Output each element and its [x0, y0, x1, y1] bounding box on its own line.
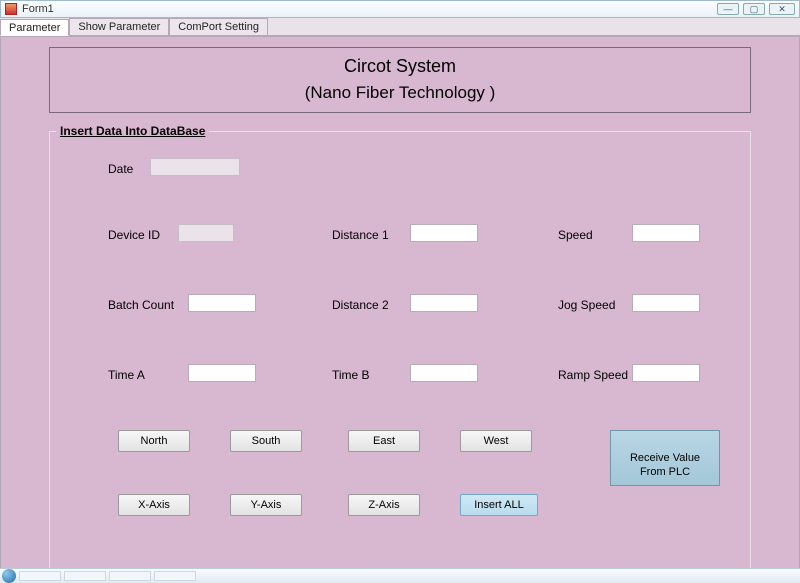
- east-button[interactable]: East: [348, 430, 420, 452]
- app-icon: [5, 3, 17, 15]
- header-title-1: Circot System: [50, 56, 750, 77]
- maximize-button[interactable]: ▢: [743, 3, 765, 15]
- device-id-label: Device ID: [108, 228, 160, 242]
- date-label: Date: [108, 162, 133, 176]
- speed-field[interactable]: [632, 224, 700, 242]
- north-button[interactable]: North: [118, 430, 190, 452]
- batch-count-label: Batch Count: [108, 298, 174, 312]
- receive-value-from-plc-button[interactable]: Receive Value From PLC: [610, 430, 720, 486]
- window-titlebar: Form1 — ▢ ✕: [0, 0, 800, 18]
- batch-count-field[interactable]: [188, 294, 256, 312]
- speed-label: Speed: [558, 228, 593, 242]
- west-button[interactable]: West: [460, 430, 532, 452]
- groupbox-legend: Insert Data Into DataBase: [56, 124, 209, 138]
- taskbar: [0, 568, 800, 583]
- start-orb-icon[interactable]: [2, 569, 16, 583]
- y-axis-button[interactable]: Y-Axis: [230, 494, 302, 516]
- south-button[interactable]: South: [230, 430, 302, 452]
- client-area: Circot System (Nano Fiber Technology ) I…: [0, 36, 800, 582]
- device-id-field[interactable]: [178, 224, 234, 242]
- date-field[interactable]: [150, 158, 240, 176]
- time-a-label: Time A: [108, 368, 145, 382]
- time-b-label: Time B: [332, 368, 370, 382]
- tab-bar: Parameter Show Parameter ComPort Setting: [0, 18, 800, 36]
- tab-parameter[interactable]: Parameter: [0, 19, 69, 36]
- tab-comport-setting[interactable]: ComPort Setting: [169, 18, 268, 35]
- distance-1-field[interactable]: [410, 224, 478, 242]
- distance-2-label: Distance 2: [332, 298, 389, 312]
- taskbar-item[interactable]: [19, 571, 61, 581]
- header-title-2: (Nano Fiber Technology ): [50, 83, 750, 103]
- ramp-speed-label: Ramp Speed: [558, 368, 628, 382]
- jog-speed-field[interactable]: [632, 294, 700, 312]
- distance-2-field[interactable]: [410, 294, 478, 312]
- window-title: Form1: [22, 3, 54, 15]
- z-axis-button[interactable]: Z-Axis: [348, 494, 420, 516]
- insert-data-groupbox: Insert Data Into DataBase Date Device ID…: [49, 131, 751, 571]
- time-b-field[interactable]: [410, 364, 478, 382]
- distance-1-label: Distance 1: [332, 228, 389, 242]
- taskbar-item[interactable]: [154, 571, 196, 581]
- time-a-field[interactable]: [188, 364, 256, 382]
- minimize-button[interactable]: —: [717, 3, 739, 15]
- jog-speed-label: Jog Speed: [558, 298, 615, 312]
- taskbar-item[interactable]: [109, 571, 151, 581]
- header-panel: Circot System (Nano Fiber Technology ): [49, 47, 751, 113]
- tab-show-parameter[interactable]: Show Parameter: [69, 18, 169, 35]
- ramp-speed-field[interactable]: [632, 364, 700, 382]
- taskbar-item[interactable]: [64, 571, 106, 581]
- x-axis-button[interactable]: X-Axis: [118, 494, 190, 516]
- insert-all-button[interactable]: Insert ALL: [460, 494, 538, 516]
- close-button[interactable]: ✕: [769, 3, 795, 15]
